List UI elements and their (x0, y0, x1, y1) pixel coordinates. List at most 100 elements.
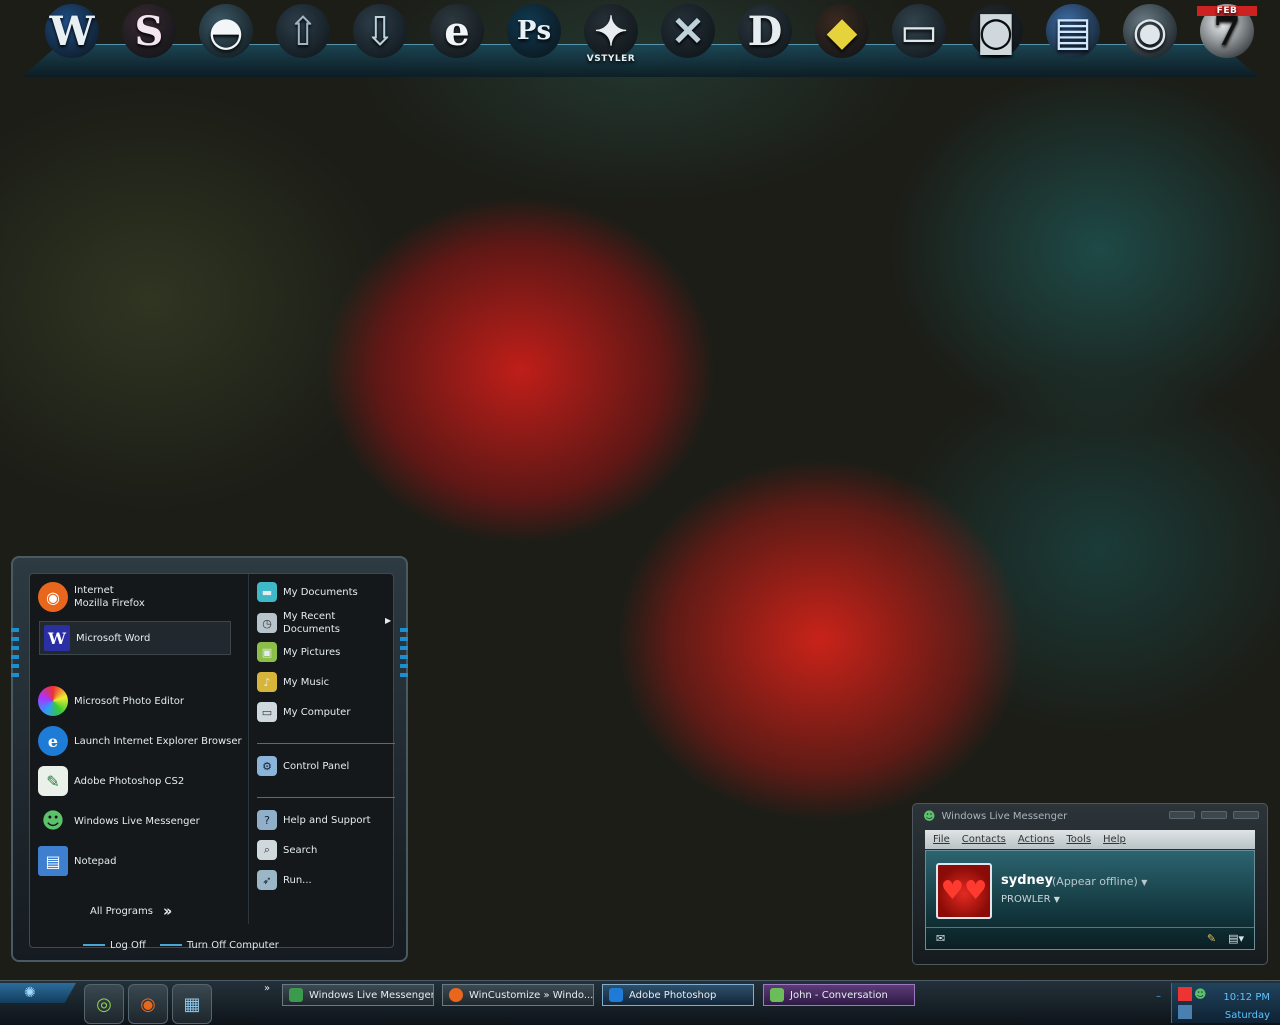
laptop-icon-glyph: ▭ (892, 4, 946, 58)
place-control-panel[interactable]: ⚙ Control Panel (257, 756, 349, 776)
quick-launch-firefox-icon[interactable]: ◉ (128, 984, 168, 1024)
menu-actions[interactable]: Actions (1018, 834, 1055, 845)
recent-photoshop[interactable]: ✎ Adobe Photoshop CS2 (38, 766, 184, 796)
camera-icon[interactable]: ◙ (966, 0, 1026, 62)
place-my-pictures[interactable]: ▣ My Pictures (257, 642, 340, 662)
vstyler-icon[interactable]: ✦ VSTYLER (581, 0, 641, 64)
pinned-internet-subtitle: Mozilla Firefox (74, 598, 145, 609)
ie-icon[interactable]: e (427, 0, 487, 62)
notepad-icon: ▤ (38, 846, 68, 876)
place-my-recent-documents[interactable]: ◷ My Recent Documents ▶ (257, 610, 391, 636)
tray-messenger-icon[interactable]: ☻ (1194, 987, 1207, 1001)
run-label: Run... (283, 874, 312, 886)
tray-flag-icon[interactable] (1178, 987, 1192, 1001)
quick-launch-orbit-icon[interactable]: ◎ (84, 984, 124, 1024)
down-arrow-icon[interactable]: ⇩ (350, 0, 410, 62)
quick-launch-calculator-icon[interactable]: ▦ (172, 984, 212, 1024)
up-arrow-icon[interactable]: ⇧ (273, 0, 333, 62)
place-search[interactable]: ⌕ Search (257, 840, 317, 860)
d-icon[interactable]: D (735, 0, 795, 62)
task-conversation-label: John - Conversation (790, 989, 888, 1001)
folder-icon[interactable]: ▤ (1043, 0, 1103, 62)
skype-icon-glyph: S (122, 4, 176, 58)
globe-icon[interactable]: ◓ (196, 0, 256, 62)
menu-tools[interactable]: Tools (1066, 834, 1091, 845)
recent-photo-editor[interactable]: Microsoft Photo Editor (38, 686, 184, 716)
clock-time: 10:12 PM (1223, 992, 1270, 1003)
my-documents-label: My Documents (283, 586, 358, 598)
menu-help[interactable]: Help (1103, 834, 1126, 845)
games-icon[interactable]: ◆ (812, 0, 872, 62)
place-help-and-support[interactable]: ? Help and Support (257, 810, 371, 830)
calendar-icon[interactable]: 7 FEB (1197, 0, 1257, 62)
d-icon-glyph: D (738, 4, 792, 58)
recent-messenger[interactable]: ☻ Windows Live Messenger (38, 806, 200, 836)
games-icon-glyph: ◆ (815, 4, 869, 58)
place-my-music[interactable]: ♪ My Music (257, 672, 329, 692)
menu-options-icon[interactable]: ▤▾ (1228, 932, 1244, 945)
status-selector[interactable]: (Appear offline) ▼ (1052, 875, 1147, 888)
messenger-menubar: File Contacts Actions Tools Help (925, 830, 1255, 849)
place-my-documents[interactable]: ▬ My Documents (257, 582, 358, 602)
menu-contacts[interactable]: Contacts (962, 834, 1006, 845)
personal-message[interactable]: PROWLER ▼ (1001, 894, 1060, 905)
task-adobe-photoshop[interactable]: Adobe Photoshop (602, 984, 754, 1006)
task-wincustomize[interactable]: WinCustomize » Windo... (442, 984, 594, 1006)
chevron-down-icon: ▼ (1141, 878, 1148, 887)
task-windows-live-messenger[interactable]: Windows Live Messenger (282, 984, 434, 1006)
paintbrush-icon[interactable]: ✎ (1207, 932, 1216, 945)
start-menu-footer: Log Off Turn Off Computer (83, 932, 323, 958)
personal-message-label: PROWLER (1001, 894, 1051, 905)
messenger-titlebar[interactable]: ☻ Windows Live Messenger (923, 809, 1067, 823)
recent-photo-editor-label: Microsoft Photo Editor (74, 695, 184, 707)
pinned-microsoft-word[interactable]: W Microsoft Word (39, 621, 231, 655)
skype-icon[interactable]: S (119, 0, 179, 62)
messenger-window: ☻ Windows Live Messenger File Contacts A… (912, 803, 1268, 965)
camera-icon-glyph: ◙ (969, 4, 1023, 58)
recent-notepad[interactable]: ▤ Notepad (38, 846, 117, 876)
photoshop-icon (609, 988, 623, 1002)
place-run[interactable]: ➶ Run... (257, 870, 312, 890)
system-tray: ☻ 10:12 PM Saturday (1171, 983, 1280, 1023)
recent-ie-label: Launch Internet Explorer Browser (74, 735, 242, 747)
minimize-button[interactable] (1169, 811, 1195, 819)
place-my-computer[interactable]: ▭ My Computer (257, 702, 350, 722)
my-pictures-label: My Pictures (283, 646, 341, 658)
pinned-word-label: Microsoft Word (76, 632, 151, 644)
tools-icon[interactable]: ✕ (658, 0, 718, 62)
recent-documents-label-line2: Documents (283, 624, 341, 635)
task-photoshop-label: Adobe Photoshop (629, 989, 717, 1001)
turn-off-computer-button[interactable]: Turn Off Computer (159, 940, 279, 951)
help-and-support-label: Help and Support (283, 814, 371, 826)
all-programs-button[interactable]: All Programs ›› (90, 902, 173, 920)
control-panel-label: Control Panel (283, 760, 350, 772)
avatar[interactable]: ♥♥ (936, 863, 992, 919)
start-button[interactable]: ✺ (0, 983, 76, 1003)
word-icon[interactable]: W (42, 0, 102, 62)
close-button[interactable] (1233, 811, 1259, 819)
menu-file[interactable]: File (933, 834, 950, 845)
quick-launch-expand-icon[interactable]: » (264, 983, 270, 994)
recent-notepad-label: Notepad (74, 855, 117, 867)
log-off-button[interactable]: Log Off (83, 940, 146, 951)
run-icon: ➶ (257, 870, 277, 890)
mail-icon[interactable]: ✉ (936, 932, 945, 945)
messenger-title: Windows Live Messenger (941, 810, 1068, 822)
hide-icons-arrow-icon[interactable]: – (1156, 991, 1161, 1002)
display-name[interactable]: sydney (1001, 873, 1053, 888)
maximize-button[interactable] (1201, 811, 1227, 819)
word-icon: W (44, 625, 70, 651)
photoshop-icon[interactable]: Ps (504, 0, 564, 62)
my-computer-label: My Computer (283, 706, 351, 718)
log-off-label: Log Off (110, 939, 146, 951)
tray-network-icon[interactable] (1178, 1005, 1192, 1019)
clock[interactable]: 10:12 PM Saturday (1223, 989, 1270, 1025)
word-icon-glyph: W (45, 4, 99, 58)
pinned-internet[interactable]: ◉ Internet Mozilla Firefox (38, 582, 145, 612)
recent-internet-explorer[interactable]: e Launch Internet Explorer Browser (38, 726, 242, 756)
webcam-icon[interactable]: ◉ (1120, 0, 1180, 62)
task-john-conversation[interactable]: John - Conversation (763, 984, 915, 1006)
ie-icon-glyph: e (430, 4, 484, 58)
chevron-down-icon: ▼ (1053, 895, 1060, 904)
laptop-icon[interactable]: ▭ (889, 0, 949, 62)
